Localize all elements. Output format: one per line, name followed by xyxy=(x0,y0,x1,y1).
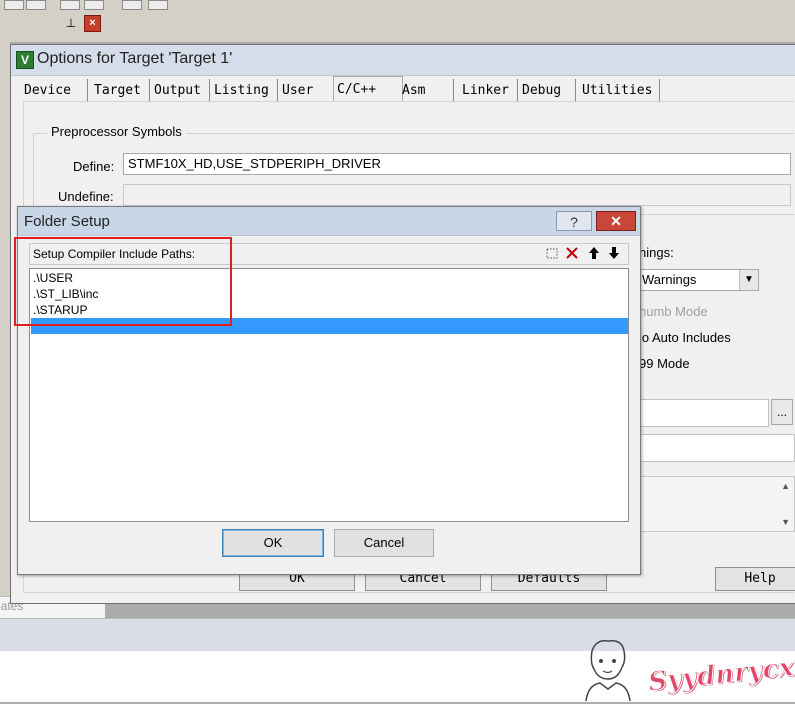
folder-cancel-button[interactable]: Cancel xyxy=(334,529,434,557)
define-input[interactable]: STMF10X_HD,USE_STDPERIPH_DRIVER xyxy=(123,153,791,175)
close-icon[interactable]: ✕ xyxy=(596,211,636,231)
tab-device[interactable]: Device xyxy=(21,79,88,101)
warnings-select[interactable]: Warnings ▼ xyxy=(639,269,759,291)
keil-uvision-icon: V xyxy=(16,51,34,69)
tab-listing[interactable]: Listing xyxy=(211,79,278,101)
toolbar-button[interactable] xyxy=(84,0,104,10)
toolbar-button[interactable] xyxy=(60,0,80,10)
undefine-label: Undefine: xyxy=(58,189,114,204)
include-paths-field[interactable] xyxy=(639,399,769,427)
misc-controls-field[interactable] xyxy=(639,434,795,462)
delete-icon[interactable] xyxy=(564,246,580,262)
toolbar-button[interactable] xyxy=(4,0,24,10)
close-panel-icon[interactable]: × xyxy=(84,15,101,32)
thumb-mode-checkbox[interactable]: humb Mode xyxy=(639,304,708,319)
help-icon[interactable]: ? xyxy=(556,211,592,231)
folder-setup-title: Folder Setup xyxy=(24,213,110,230)
scroll-up-icon[interactable]: ▲ xyxy=(781,481,790,491)
toolbar-button[interactable] xyxy=(26,0,46,10)
status-bar xyxy=(0,618,795,651)
c99-mode-checkbox[interactable]: 99 Mode xyxy=(639,356,690,371)
chevron-down-icon[interactable]: ▼ xyxy=(739,270,758,290)
annotation-highlight-box xyxy=(14,237,232,326)
tab-debug[interactable]: Debug xyxy=(519,79,576,101)
move-up-icon[interactable] xyxy=(586,246,602,262)
folder-setup-title-bar[interactable]: Folder Setup ? ✕ xyxy=(18,207,640,236)
tab-linker[interactable]: Linker xyxy=(459,79,518,101)
help-button[interactable]: Help xyxy=(715,567,795,591)
warnings-label: nings: xyxy=(639,245,674,260)
warnings-select-value: Warnings xyxy=(642,272,697,287)
tab-c-cpp[interactable]: C/C++ xyxy=(333,76,403,103)
pin-icon[interactable]: ⊥ xyxy=(64,16,78,30)
options-title-bar[interactable]: V Options for Target 'Target 1' xyxy=(11,45,795,76)
ide-toolbar: ⊥ × xyxy=(0,0,795,42)
folder-ok-button[interactable]: OK xyxy=(222,529,324,557)
browse-button[interactable]: ... xyxy=(771,399,793,425)
undefine-input[interactable] xyxy=(123,184,791,206)
tab-output[interactable]: Output xyxy=(151,79,210,101)
move-down-icon[interactable] xyxy=(606,246,622,262)
project-panel xyxy=(0,42,10,602)
toolbar-button[interactable] xyxy=(148,0,168,10)
tab-user[interactable]: User xyxy=(279,79,331,101)
options-title: Options for Target 'Target 1' xyxy=(37,50,233,67)
tab-asm[interactable]: Asm xyxy=(399,79,454,101)
compiler-control-string: ▲ ▼ xyxy=(639,476,795,532)
preprocessor-group-title: Preprocessor Symbols xyxy=(47,124,186,139)
tab-utilities[interactable]: Utilities xyxy=(579,79,660,101)
define-label: Define: xyxy=(73,159,115,174)
scroll-down-icon[interactable]: ▼ xyxy=(781,517,790,527)
new-folder-icon[interactable] xyxy=(544,246,560,262)
no-auto-includes-checkbox[interactable]: lo Auto Includes xyxy=(639,330,731,345)
tab-target[interactable]: Target xyxy=(91,79,150,101)
avatar-sketch xyxy=(578,637,636,702)
toolbar-button[interactable] xyxy=(122,0,142,10)
